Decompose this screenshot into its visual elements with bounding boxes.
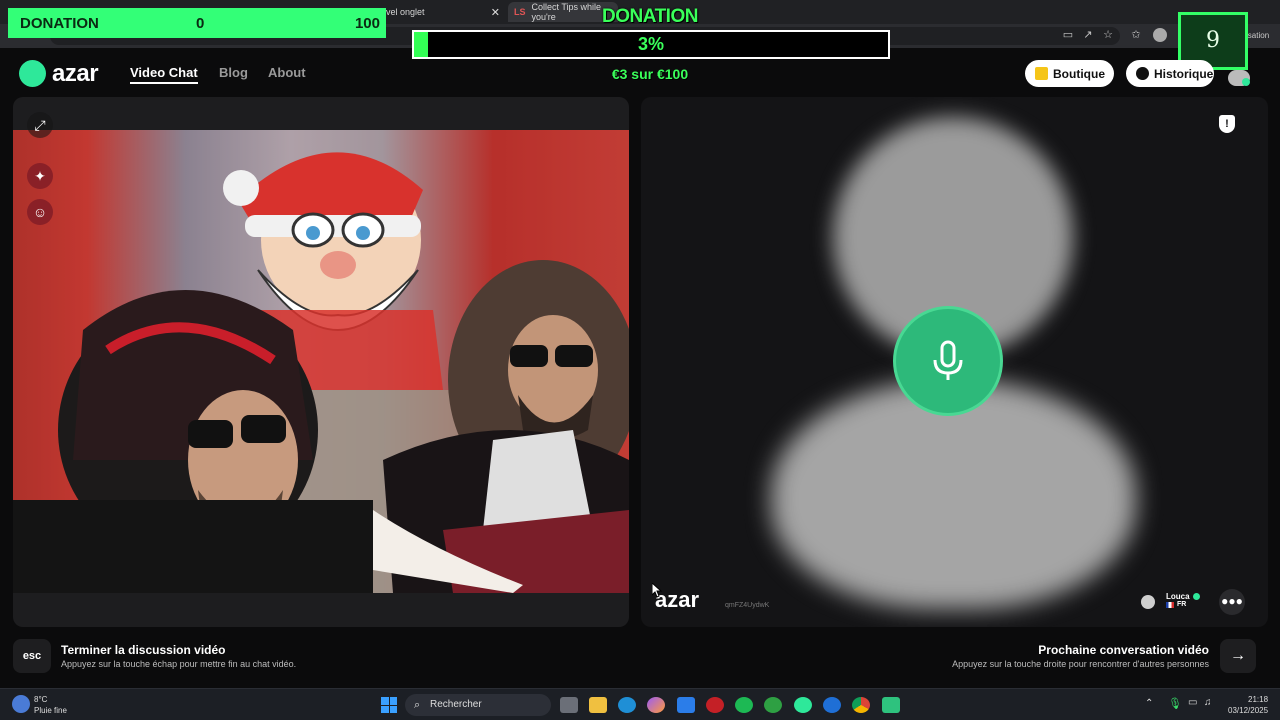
clock-time[interactable]: 21:18 <box>1248 695 1268 704</box>
partner-video-panel: ! azar qmFZ4UydwK Louca FR ●●● <box>641 97 1268 627</box>
next-arrow-button[interactable]: → <box>1220 639 1256 673</box>
file-explorer-icon[interactable] <box>589 697 607 713</box>
spotify-icon[interactable] <box>735 697 753 713</box>
edge-browser-icon[interactable] <box>618 697 636 713</box>
display-tray-icon[interactable]: ▭ <box>1188 697 1197 708</box>
report-shield-icon[interactable]: ! <box>1219 115 1235 133</box>
self-video-panel: ⤢ ✦ ☺ <box>13 97 629 627</box>
mouse-cursor-icon <box>652 583 662 598</box>
self-video-feed <box>13 130 629 593</box>
esc-key-button[interactable]: esc <box>13 639 51 673</box>
close-tab-icon[interactable]: ✕ <box>491 6 500 19</box>
taskbar-search[interactable]: ⌕ Rechercher <box>405 694 551 716</box>
app-c-icon[interactable] <box>823 697 841 713</box>
windows-taskbar: 8°C Pluie fine ⌕ Rechercher ⌃ 🎙 ▭ ♫ 21:1… <box>0 688 1280 720</box>
microphone-tray-icon[interactable]: 🎙 <box>1168 697 1182 710</box>
azar-logo-icon[interactable] <box>19 60 46 87</box>
weather-desc: Pluie fine <box>34 706 67 715</box>
tray-chevron-icon[interactable]: ⌃ <box>1145 698 1153 709</box>
online-status-dot <box>1242 78 1250 86</box>
favorite-star-icon[interactable]: ☆ <box>1100 27 1116 43</box>
shop-label: Boutique <box>1053 66 1105 81</box>
donation-bar-label: DONATION <box>20 14 99 32</box>
search-placeholder: Rechercher <box>430 699 482 710</box>
donation-bar: DONATION 0 100 <box>8 8 386 38</box>
app-red-icon[interactable] <box>706 697 724 713</box>
xbox-icon[interactable] <box>764 697 782 713</box>
next-chat-desc: Appuyez sur la touche droite pour rencon… <box>952 659 1209 669</box>
task-view-icon[interactable] <box>560 697 578 713</box>
donation-goal-title: DONATION <box>602 6 698 27</box>
donation-progress: 3% <box>412 30 890 59</box>
browser-tab[interactable]: vel onglet ✕ <box>380 2 506 22</box>
history-label: Historique <box>1154 66 1214 81</box>
clock-date[interactable]: 03/12/2025 <box>1228 706 1268 715</box>
verified-badge-icon <box>1193 593 1200 600</box>
france-flag-icon <box>1166 602 1174 608</box>
gem-icon <box>1035 67 1048 80</box>
partner-avatar-icon <box>1141 595 1155 609</box>
donation-amount: €3 sur €100 <box>611 66 689 82</box>
expand-icon[interactable]: ⤢ <box>27 112 53 138</box>
ms-store-icon[interactable] <box>677 697 695 713</box>
streaming-app-icon[interactable] <box>882 697 900 713</box>
chrome-icon[interactable] <box>852 697 870 713</box>
face-filter-icon[interactable]: ☺ <box>27 199 53 225</box>
nav-video-chat[interactable]: Video Chat <box>130 65 198 84</box>
favorites-icon[interactable]: ✩ <box>1128 27 1144 43</box>
tab-favicon-icon: LS <box>514 7 526 17</box>
weather-temp: 8°C <box>34 695 48 704</box>
volume-icon[interactable]: ♫ <box>1204 697 1212 708</box>
history-button[interactable]: Historique <box>1126 60 1214 87</box>
search-icon: ⌕ <box>414 699 421 711</box>
partner-country: FR <box>1177 601 1187 608</box>
watermark-id: qmFZ4UydwK <box>725 602 770 609</box>
tab-title: vel onglet <box>386 7 425 17</box>
partner-tag[interactable]: Louca FR <box>1141 591 1211 615</box>
weather-rain-icon[interactable] <box>12 695 30 713</box>
microphone-icon <box>933 340 963 380</box>
azar-app-icon[interactable] <box>794 697 812 713</box>
profile-avatar[interactable] <box>1153 28 1167 42</box>
partner-name: Louca <box>1166 592 1190 601</box>
donation-bar-min: 0 <box>196 14 205 32</box>
cast-icon[interactable]: ▭ <box>1060 27 1076 43</box>
windows-start-icon[interactable] <box>381 697 397 713</box>
nav-blog[interactable]: Blog <box>219 65 248 80</box>
sparkle-effects-icon[interactable]: ✦ <box>27 163 53 189</box>
brand-name[interactable]: azar <box>52 60 99 88</box>
end-chat-title: Terminer la discussion vidéo <box>61 643 226 657</box>
chat-bubble-icon[interactable]: ●●● <box>1219 589 1245 615</box>
donation-percent: 3% <box>637 34 664 54</box>
nav-about[interactable]: About <box>268 65 306 80</box>
microphone-button[interactable] <box>893 306 1003 416</box>
next-chat-title: Prochaine conversation vidéo <box>1038 643 1209 657</box>
video-scene <box>13 130 629 593</box>
clock-icon <box>1136 67 1149 80</box>
end-chat-desc: Appuyez sur la touche échap pour mettre … <box>61 659 297 669</box>
copilot-icon[interactable] <box>647 697 665 713</box>
shop-button[interactable]: Boutique <box>1025 60 1114 87</box>
share-icon[interactable]: ↗ <box>1080 27 1096 43</box>
donation-bar-max: 100 <box>354 14 380 32</box>
